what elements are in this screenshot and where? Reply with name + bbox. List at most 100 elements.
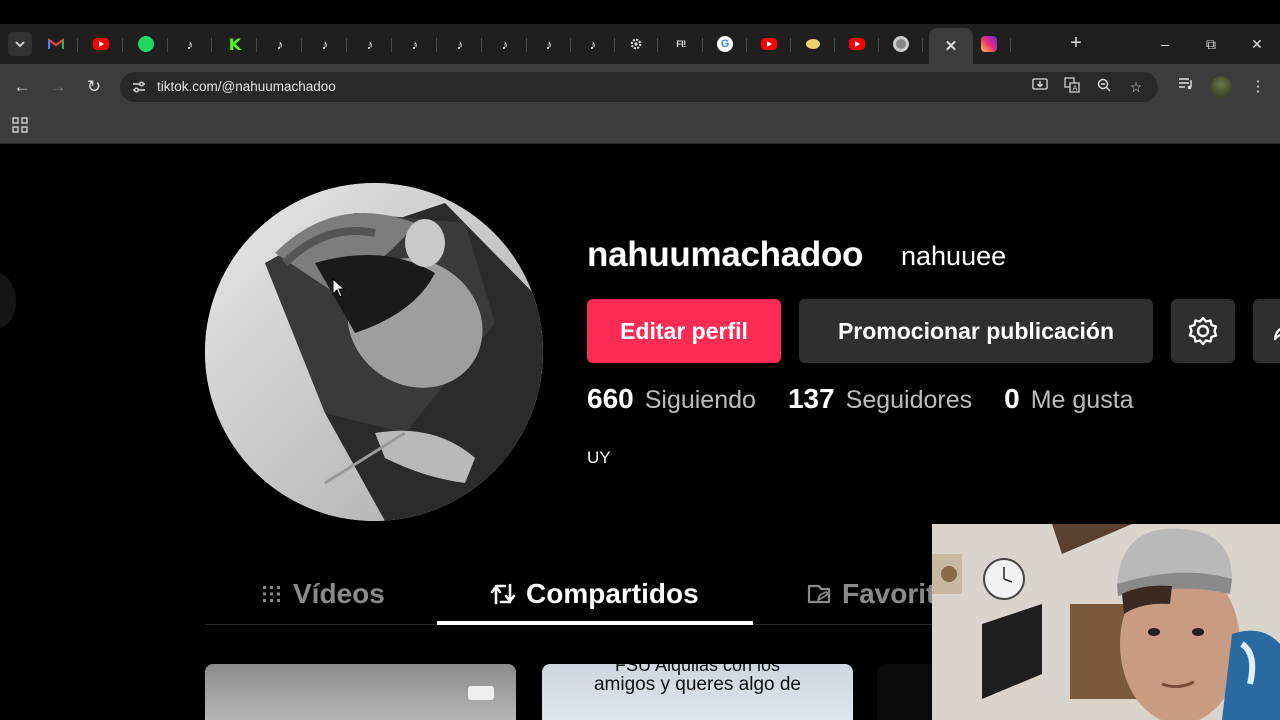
chevron-down-icon [15,41,25,48]
side-nav-button[interactable] [0,273,16,329]
following-stat[interactable]: 660 Siguiendo [587,383,756,415]
close-icon[interactable]: ✕ [943,38,959,55]
tab-favorites-label: Favorit [842,578,936,609]
kick-icon: K [228,34,242,54]
promote-post-button[interactable]: Promocionar publicación [799,299,1153,363]
browser-tab[interactable] [835,28,879,60]
browser-tab[interactable] [879,28,923,60]
translate-icon[interactable]: A [1062,77,1082,97]
share-profile-button[interactable] [1253,299,1280,363]
browser-tab[interactable]: ♪ [348,28,392,60]
videos-grid-icon [263,586,280,602]
browser-tab[interactable] [34,28,78,60]
youtube-icon [849,38,865,50]
spotify-icon [138,36,154,52]
profile-stats: 660 Siguiendo 137 Seguidores 0 Me gusta [587,383,1166,419]
browser-tab[interactable] [124,28,168,60]
youtube-icon [93,38,109,50]
forward-button[interactable]: → [46,75,70,99]
browser-tab[interactable]: ♪ [527,28,571,60]
video-card-badge [468,686,494,700]
browser-tab[interactable]: G [703,28,747,60]
close-window-button[interactable]: ✕ [1245,32,1269,56]
likes-stat: 0 Me gusta [1004,383,1133,415]
address-bar[interactable]: tiktok.com/@nahuumachadoo A ☆ [120,72,1158,102]
mouse-cursor-icon [332,278,346,298]
gmail-icon [48,36,64,52]
media-controls-icon[interactable] [1174,75,1198,99]
browser-tab[interactable] [967,28,1011,60]
profile-bio: UY [587,448,611,467]
restore-button[interactable]: ⧉ [1199,32,1223,56]
fi-icon: FI! [676,39,686,49]
share-arrow-icon [1273,327,1280,341]
google-icon: G [717,36,733,52]
browser-tab[interactable]: ♪ [168,28,212,60]
browser-tab[interactable] [79,28,123,60]
settings-icon [628,36,644,52]
install-app-icon[interactable] [1030,77,1050,97]
url-text: tiktok.com/@nahuumachadoo [157,79,336,94]
tiktok-icon: ♪ [545,36,553,52]
svg-text:A: A [1073,85,1078,93]
browser-tab[interactable] [614,28,658,60]
browser-tab[interactable]: K [213,28,257,60]
profile-avatar[interactable] [205,183,543,521]
browser-tab[interactable]: FI! [659,28,703,60]
site-info-icon[interactable] [128,76,150,98]
browser-tab[interactable] [791,28,835,60]
tiktok-icon: ♪ [186,36,194,52]
video-card-caption: amigos y queres algo de [593,674,801,695]
back-button[interactable]: ← [10,75,34,99]
tab-favorites[interactable]: Favorit [806,571,935,617]
zoom-icon[interactable] [1094,77,1114,97]
browser-tab[interactable] [747,28,791,60]
chrome-icon [893,36,909,52]
edit-profile-button[interactable]: Editar perfil [587,299,781,363]
tab-shared-label: Compartidos [526,578,699,609]
tab-search-button[interactable] [8,32,32,56]
tab-videos-label: Vídeos [293,578,385,609]
browser-tab[interactable]: ♪ [258,28,302,60]
egg-icon [806,39,820,49]
reload-button[interactable]: ↻ [82,75,106,99]
browser-tab[interactable]: ♪ [438,28,482,60]
minimize-button[interactable]: – [1153,32,1177,56]
tiktok-icon: ♪ [411,36,419,52]
settings-button[interactable] [1171,299,1235,363]
bookmarks-bar [0,110,1280,144]
active-tab-indicator [437,621,753,625]
browser-menu-icon[interactable]: ⋮ [1246,75,1270,99]
tiktok-icon: ♪ [456,36,464,52]
new-tab-button[interactable]: + [1064,32,1088,56]
browser-tab[interactable]: ♪ [303,28,347,60]
profile-username: nahuumachadoo [587,235,864,274]
followers-count: 137 [787,383,835,414]
tiktok-icon: ♪ [589,36,597,52]
bookmark-star-icon[interactable]: ☆ [1126,77,1146,97]
followers-stat[interactable]: 137 Seguidores [788,383,972,415]
tab-shared[interactable]: Compartidos [490,571,699,617]
tab-videos[interactable]: Vídeos [261,571,385,617]
youtube-icon [761,38,777,50]
instagram-icon [981,36,997,52]
browser-tab[interactable]: ♪ [483,28,527,60]
video-card[interactable]: FSU Alquilas con los amigos y queres alg… [542,664,853,720]
video-card[interactable] [205,664,516,720]
likes-label: Me gusta [1030,386,1134,414]
followers-label: Seguidores [845,386,973,414]
apps-grid-icon[interactable] [11,116,29,134]
tiktok-icon: ♪ [366,36,374,52]
profile-tabs: Vídeos Compartidos Favorit [205,563,985,625]
browser-tab[interactable]: ♪ [571,28,615,60]
browser-tab[interactable]: ♪ [393,28,437,60]
tiktok-icon: ♪ [501,36,509,52]
video-card[interactable] [877,664,937,720]
following-label: Siguiendo [644,386,756,414]
following-count: 660 [587,383,634,414]
browser-tab-strip: ♪ K ♪ ♪ ♪ ♪ ♪ ♪ ♪ ♪ FI! G ✕ + – ⧉ ✕ [0,24,1280,64]
browser-profile-avatar[interactable] [1210,76,1232,98]
tiktok-icon: ♪ [276,36,284,52]
likes-count: 0 [1004,383,1020,414]
tiktok-icon: ♪ [321,36,329,52]
